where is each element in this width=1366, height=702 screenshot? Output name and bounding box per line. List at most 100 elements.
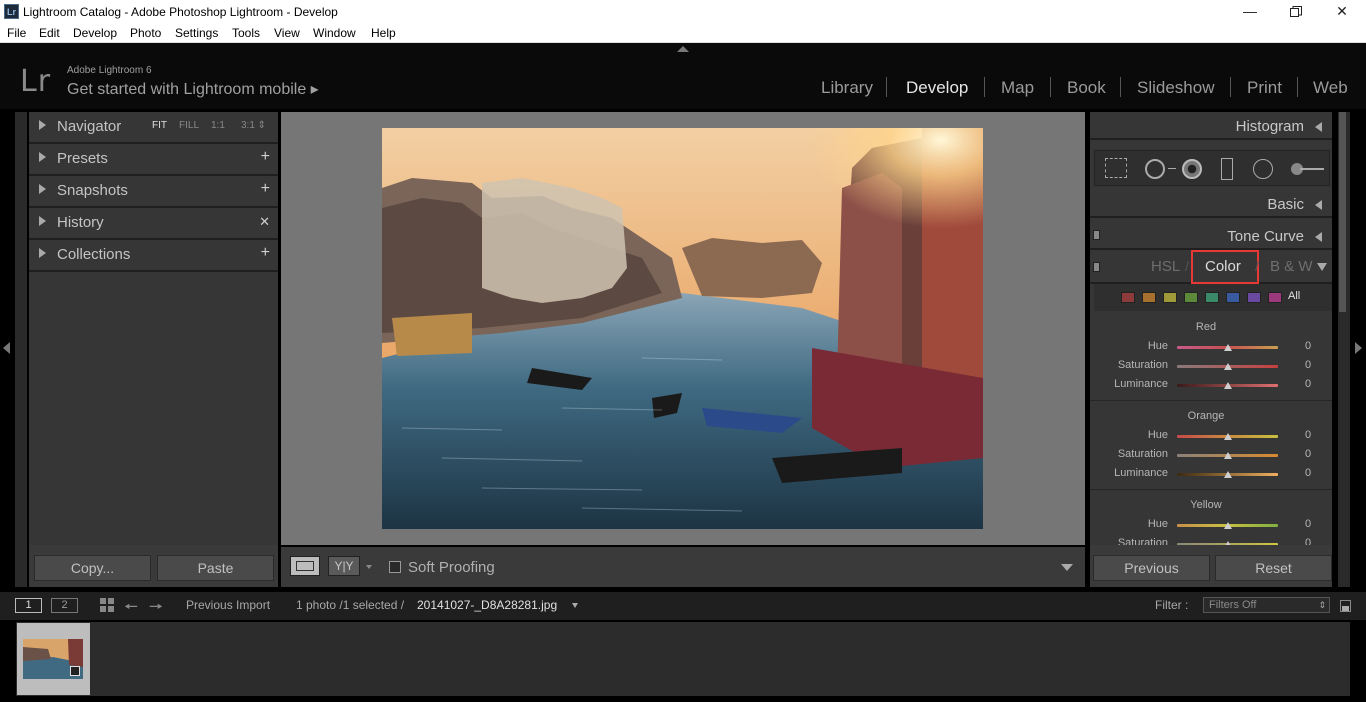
module-book[interactable]: Book — [1067, 78, 1106, 98]
secondary-window-1-button[interactable]: 1 — [15, 598, 42, 613]
menu-tools[interactable]: Tools — [232, 26, 260, 40]
filmstrip-toggle-icon[interactable] — [1340, 600, 1351, 612]
collections-header[interactable]: Collections + — [29, 240, 278, 272]
swatch-yellow[interactable] — [1163, 292, 1177, 303]
navigator-header[interactable]: Navigator FIT FILL 1:1 3:1 ⇕ — [29, 112, 278, 144]
collapse-right-panel-icon[interactable] — [1355, 342, 1362, 354]
swatch-magenta[interactable] — [1268, 292, 1282, 303]
swatch-all[interactable]: All — [1288, 290, 1300, 302]
menu-file[interactable]: File — [7, 26, 26, 40]
add-collection-icon[interactable]: + — [261, 244, 270, 262]
copy-button[interactable]: Copy... — [34, 555, 151, 581]
tab-color[interactable]: Color — [1205, 258, 1241, 275]
histogram-header[interactable]: Histogram — [1090, 112, 1332, 140]
toolbar-options-icon[interactable] — [1061, 564, 1073, 571]
right-panel-scrollbar[interactable] — [1339, 112, 1346, 312]
slider-thumb[interactable] — [1224, 433, 1232, 440]
menu-view[interactable]: View — [274, 26, 300, 40]
source-label[interactable]: Previous Import — [186, 598, 270, 612]
paste-button[interactable]: Paste — [157, 555, 274, 581]
swatch-aqua[interactable] — [1205, 292, 1219, 303]
module-separator — [1120, 77, 1121, 97]
navigator-label: Navigator — [57, 118, 122, 135]
radial-filter-icon[interactable] — [1253, 159, 1273, 179]
slider-thumb[interactable] — [1224, 382, 1232, 389]
filter-select[interactable]: Filters Off ⇕ — [1203, 597, 1330, 613]
tab-bw[interactable]: B & W — [1270, 258, 1313, 275]
zoom-fill[interactable]: FILL — [179, 120, 199, 131]
spot-removal-icon[interactable] — [1145, 159, 1165, 179]
presets-header[interactable]: Presets + — [29, 144, 278, 176]
swatch-green[interactable] — [1184, 292, 1198, 303]
swatch-red[interactable] — [1121, 292, 1135, 303]
slider-value[interactable]: 0 — [1305, 537, 1311, 545]
slider-value[interactable]: 0 — [1305, 340, 1311, 352]
before-after-view-button[interactable]: Y|Y — [328, 556, 360, 576]
swatch-orange[interactable] — [1142, 292, 1156, 303]
tone-curve-header[interactable]: Tone Curve — [1090, 222, 1332, 250]
clear-history-icon[interactable]: ✕ — [259, 214, 270, 230]
left-panel: Navigator FIT FILL 1:1 3:1 ⇕ Presets + S… — [29, 112, 278, 545]
swatch-blue[interactable] — [1226, 292, 1240, 303]
close-icon[interactable]: ✕ — [1319, 0, 1365, 23]
module-slideshow[interactable]: Slideshow — [1137, 78, 1215, 98]
secondary-window-2-button[interactable]: 2 — [51, 598, 78, 613]
menu-edit[interactable]: Edit — [39, 26, 60, 40]
slider-value[interactable]: 0 — [1305, 518, 1311, 530]
slider-value[interactable]: 0 — [1305, 448, 1311, 460]
module-web[interactable]: Web — [1313, 78, 1348, 98]
zoom-fit[interactable]: FIT — [152, 120, 167, 131]
menu-develop[interactable]: Develop — [73, 26, 117, 40]
collapse-top-panel-icon[interactable] — [677, 46, 689, 52]
slider-value[interactable]: 0 — [1305, 378, 1311, 390]
crop-overlay-icon[interactable] — [1105, 158, 1127, 178]
snapshots-header[interactable]: Snapshots + — [29, 176, 278, 208]
slider-thumb[interactable] — [1224, 363, 1232, 370]
grid-view-icon[interactable] — [100, 598, 115, 613]
collapse-triangle-icon[interactable] — [1317, 263, 1327, 271]
red-eye-icon[interactable] — [1182, 159, 1202, 179]
collapse-left-panel-icon[interactable] — [3, 342, 10, 354]
slider-thumb[interactable] — [1224, 522, 1232, 529]
previous-button[interactable]: Previous — [1093, 555, 1210, 581]
soft-proofing-checkbox[interactable] — [389, 561, 401, 573]
panel-toggle-switch-icon[interactable] — [1093, 262, 1100, 272]
lightroom-logo: Lr — [20, 64, 52, 99]
menu-settings[interactable]: Settings — [175, 26, 218, 40]
slider-value[interactable]: 0 — [1305, 429, 1311, 441]
menu-photo[interactable]: Photo — [130, 26, 161, 40]
mobile-prompt-link[interactable]: Get started with Lightroom mobile ▸ — [67, 79, 319, 99]
filename-label[interactable]: 20141027-_D8A28281.jpg — [417, 598, 557, 612]
forward-arrow-icon[interactable]: 🠖 — [149, 596, 163, 623]
basic-header[interactable]: Basic — [1090, 190, 1332, 218]
slider-value[interactable]: 0 — [1305, 359, 1311, 371]
restore-icon[interactable] — [1273, 0, 1319, 23]
panel-toggle-switch-icon[interactable] — [1093, 230, 1100, 240]
slider-thumb[interactable] — [1224, 452, 1232, 459]
module-print[interactable]: Print — [1247, 78, 1282, 98]
module-library[interactable]: Library — [821, 78, 873, 98]
add-snapshot-icon[interactable]: + — [261, 180, 270, 198]
tab-hsl[interactable]: HSL — [1151, 258, 1180, 275]
module-develop[interactable]: Develop — [906, 78, 968, 98]
menu-help[interactable]: Help — [371, 26, 396, 40]
zoom-1-1[interactable]: 1:1 — [211, 120, 225, 131]
zoom-3-1[interactable]: 3:1 ⇕ — [241, 120, 266, 131]
slider-thumb[interactable] — [1224, 471, 1232, 478]
module-map[interactable]: Map — [1001, 78, 1034, 98]
before-after-dropdown-icon[interactable] — [366, 565, 372, 569]
slider-thumb[interactable] — [1224, 344, 1232, 351]
add-preset-icon[interactable]: + — [261, 148, 270, 166]
slider-value[interactable]: 0 — [1305, 467, 1311, 479]
filmstrip-thumbnail-cell[interactable] — [17, 623, 90, 695]
filename-dropdown-icon[interactable] — [572, 603, 578, 608]
back-arrow-icon[interactable]: 🠔 — [124, 596, 138, 623]
graduated-filter-icon[interactable] — [1221, 158, 1233, 180]
minimize-icon[interactable]: — — [1227, 0, 1273, 23]
reset-button[interactable]: Reset — [1215, 555, 1332, 581]
menu-window[interactable]: Window — [313, 26, 356, 40]
history-header[interactable]: History ✕ — [29, 208, 278, 240]
loupe-view-button[interactable] — [290, 556, 320, 576]
color-slider-groups: Red Hue 0 Saturation 0 Luminance 0 Orange Hue 0 Sa… — [1090, 313, 1332, 545]
swatch-purple[interactable] — [1247, 292, 1261, 303]
